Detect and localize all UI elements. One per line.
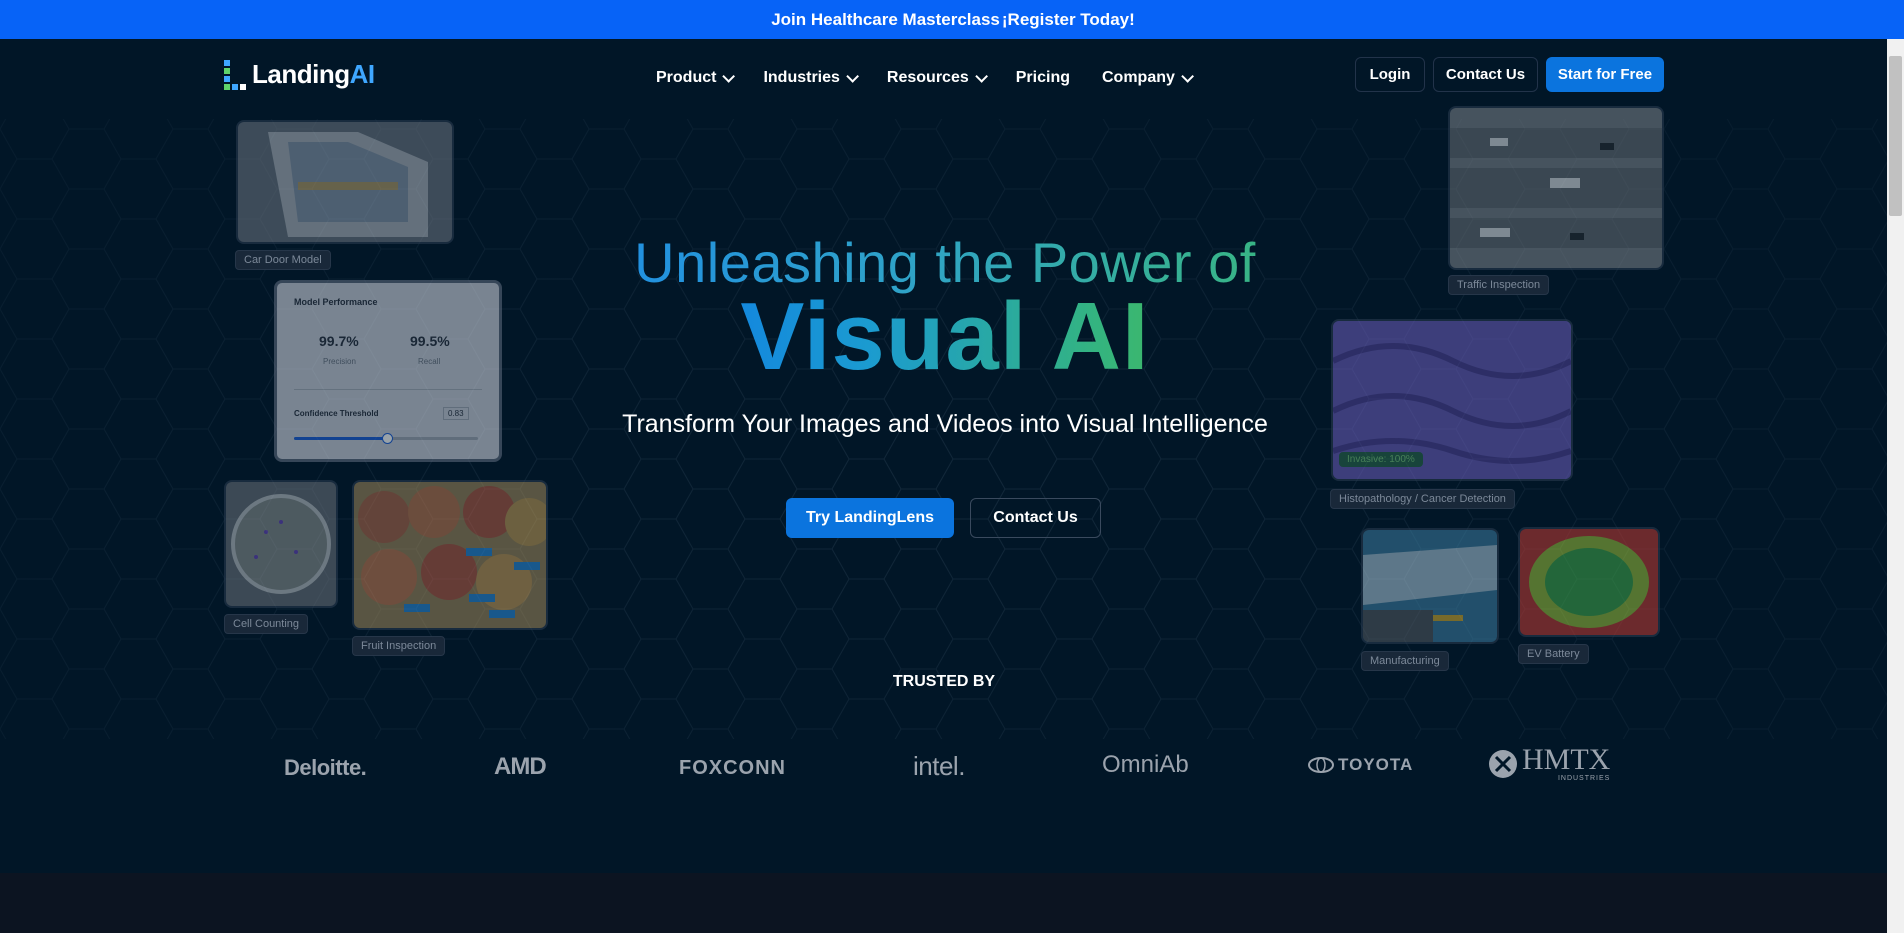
logo-text: LandingAI [252,58,375,89]
perf-title: Model Performance [294,297,378,307]
chevron-down-icon [722,69,736,83]
precision-value: 99.7% [319,333,359,349]
logo-icon [222,58,246,90]
hero-headline-line2: Visual AI [560,282,1330,392]
ev-battery-label: EV Battery [1518,644,1589,664]
threshold-slider[interactable] [294,433,478,444]
chevron-down-icon [1181,69,1194,83]
chevron-down-icon [975,69,988,83]
amd-logo: AMD [494,753,547,780]
omniab-logo: OmniAb [1102,751,1189,778]
recall-value: 99.5% [410,333,450,349]
deloitte-logo: Deloitte. [284,755,367,780]
brand-logo[interactable]: LandingAI [222,58,375,90]
nav-company[interactable]: Company [1086,66,1206,90]
manufacturing-label: Manufacturing [1361,651,1449,671]
toyota-logo: TOYOTA [1308,755,1413,775]
start-free-button[interactable]: Start for Free [1546,57,1664,92]
slider-fill [294,437,386,440]
traffic-inspection-label: Traffic Inspection [1448,275,1550,295]
main-nav: Product Industries Resources Pricing Com… [640,66,1206,90]
car-door-label: Car Door Model [235,250,331,270]
histopathology-image: Invasive: 100% [1331,319,1573,481]
next-section [0,873,1887,933]
recall-label: Recall [418,357,441,366]
cell-counting-image [224,480,338,608]
car-door-image [236,120,454,244]
manufacturing-image [1361,528,1499,644]
invasive-badge: Invasive: 100% [1339,452,1423,467]
nav-pricing[interactable]: Pricing [1000,66,1086,90]
page-scrollbar[interactable] [1887,39,1904,933]
customer-logos: Deloitte. AMD FOXCONN intel. OmniAb TOYO… [0,745,1887,785]
register-link[interactable]: ¡Register Today! [1002,10,1135,30]
threshold-value: 0.83 [443,407,469,420]
threshold-label: Confidence Threshold [294,409,379,418]
contact-us-hero-button[interactable]: Contact Us [970,498,1101,538]
contact-us-nav-button[interactable]: Contact Us [1433,57,1538,92]
foxconn-logo: FOXCONN [679,757,786,779]
slider-handle[interactable] [382,433,393,444]
traffic-inspection-image [1448,106,1664,270]
announcement-text: Join Healthcare Masterclass [771,9,1000,29]
model-performance-card: Model Performance 99.7% Precision 99.5% … [274,280,502,462]
fruit-inspection-image [352,480,548,630]
cell-counting-label: Cell Counting [224,614,309,634]
scrollbar-thumb[interactable] [1889,56,1902,216]
hmtx-emblem-icon [1489,749,1517,778]
login-button[interactable]: Login [1355,57,1425,92]
chevron-down-icon [846,69,859,83]
try-landinglens-button[interactable]: Try LandingLens [786,498,954,538]
nav-product[interactable]: Product [640,66,747,90]
intel-logo: intel. [913,751,965,781]
announcement-bar[interactable]: Join Healthcare Masterclass ¡Register To… [0,0,1904,39]
hmtx-logo: HMTX INDUSTRIES [1488,745,1610,782]
nav-industries[interactable]: Industries [747,66,870,90]
fruit-inspection-label: Fruit Inspection [352,636,446,656]
trusted-by-heading: TRUSTED BY [892,673,996,690]
toyota-emblem-icon [1308,757,1334,773]
precision-label: Precision [323,357,356,366]
histopathology-label: Histopathology / Cancer Detection [1330,489,1515,509]
nav-resources[interactable]: Resources [871,66,1000,90]
hero-subtitle: Transform Your Images and Videos into Vi… [622,410,1268,438]
ev-battery-image [1518,527,1660,637]
divider [294,389,482,390]
